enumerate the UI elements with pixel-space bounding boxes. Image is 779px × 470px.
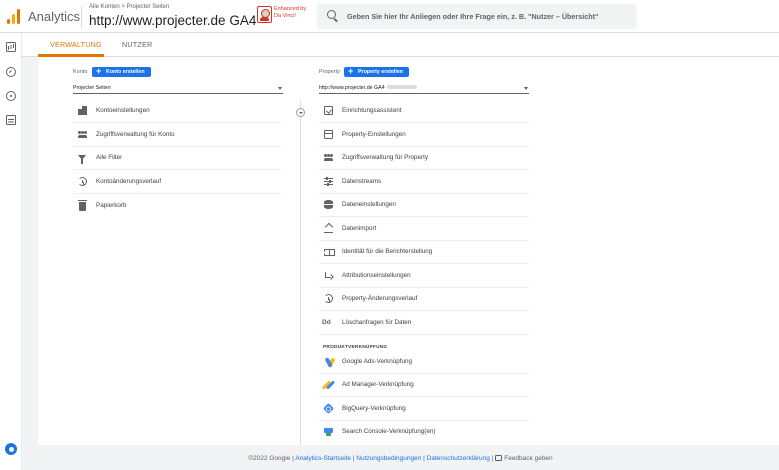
admin-gear-icon[interactable] <box>5 443 17 455</box>
footer-link-terms[interactable]: Nutzungsbedingungen <box>356 455 421 462</box>
search-console-icon <box>324 427 333 436</box>
menu-item-datenstreams[interactable]: Datenstreams <box>319 171 529 194</box>
admin-tabs: VERWALTUNG NUTZER <box>22 33 779 57</box>
google-ads-icon <box>324 357 333 366</box>
dd-icon: Dd <box>322 319 331 326</box>
footer-copyright: ©2022 Google <box>248 455 291 462</box>
dropdown-arrow-icon <box>524 87 528 90</box>
extension-avatar-icon[interactable] <box>257 6 272 23</box>
search-box[interactable] <box>317 4 637 29</box>
menu-item-kontoeinstellungen[interactable]: Kontoeinstellungen <box>73 100 281 123</box>
property-select[interactable]: http://www.projecter.de GA4 <box>319 83 529 94</box>
column-divider <box>300 100 301 445</box>
menu-item-zugriffsverwaltung-property[interactable]: Zugriffsverwaltung für Property <box>319 147 529 170</box>
property-select-value: http://www.projecter.de GA4 <box>319 85 385 91</box>
identity-icon <box>324 247 335 256</box>
create-account-button[interactable]: Konto erstellen <box>92 66 151 77</box>
checkbox-icon <box>324 106 333 115</box>
upload-icon <box>324 224 333 233</box>
menu-item-search-console[interactable]: Search Console-Verknüpfung(en) <box>319 421 529 444</box>
database-icon <box>324 200 333 209</box>
top-bar: Analytics Alle Konten > Projecter Seiten… <box>0 0 779 33</box>
admin-content: Konto Konto erstellen Projecter Seiten K… <box>38 57 779 445</box>
menu-item-attributionseinstellungen[interactable]: Attributionseinstellungen <box>319 265 529 288</box>
menu-item-loeschanfragen[interactable]: Dd Löschanfragen für Daten <box>319 312 529 335</box>
header-divider <box>81 6 82 28</box>
property-name: http://www.projecter.de GA4 <box>89 13 257 28</box>
people-icon <box>78 130 87 139</box>
collapse-chevron-icon[interactable] <box>296 108 305 117</box>
building-icon <box>78 106 87 115</box>
home-icon[interactable] <box>6 42 16 52</box>
menu-item-einrichtungsassistent[interactable]: Einrichtungsassistent <box>319 100 529 123</box>
advertising-icon[interactable] <box>6 115 16 125</box>
footer-link-analytics-home[interactable]: Analytics-Startseite <box>295 455 351 462</box>
reports-icon[interactable] <box>6 67 16 77</box>
history-icon <box>78 177 87 186</box>
menu-item-google-ads[interactable]: Google Ads-Verknüpfung <box>319 351 529 374</box>
history-icon <box>324 294 333 303</box>
ad-manager-icon <box>324 380 333 389</box>
explore-icon[interactable] <box>6 91 16 101</box>
menu-item-property-aenderungsverlauf[interactable]: Property-Änderungsverlauf <box>319 288 529 311</box>
attribution-icon <box>324 271 333 280</box>
footer-link-privacy[interactable]: Datenschutzerklärung <box>427 455 490 462</box>
property-label: Property <box>319 69 340 75</box>
dropdown-arrow-icon <box>278 87 282 90</box>
footer: ©2022 Google | Analytics-Startseite | Nu… <box>248 455 553 462</box>
tab-nutzer[interactable]: NUTZER <box>122 40 152 49</box>
menu-item-property-einstellungen[interactable]: Property-Einstellungen <box>319 124 529 147</box>
breadcrumb[interactable]: Alle Konten > Projecter Seiten <box>89 4 169 10</box>
menu-item-alle-filter[interactable]: Alle Filter <box>73 147 281 170</box>
search-input[interactable] <box>347 4 632 29</box>
people-icon <box>324 153 333 162</box>
feedback-icon <box>495 455 503 461</box>
menu-item-ad-manager[interactable]: Ad Manager-Verknüpfung <box>319 374 529 397</box>
analytics-logo-icon[interactable] <box>7 9 21 24</box>
trash-icon <box>78 200 87 211</box>
window-icon <box>324 130 333 139</box>
menu-item-kontoaenderungsverlauf[interactable]: Kontoänderungsverlauf <box>73 171 281 194</box>
tab-verwaltung[interactable]: VERWALTUNG <box>50 40 102 49</box>
menu-item-dateneinstellungen[interactable]: Dateneinstellungen <box>319 194 529 217</box>
search-icon <box>327 10 336 19</box>
menu-item-bigquery[interactable]: BigQuery-Verknüpfung <box>319 398 529 421</box>
app-name: Analytics <box>28 9 81 24</box>
account-select-value: Projecter Seiten <box>73 85 111 91</box>
filter-icon <box>78 155 86 164</box>
left-nav-rail <box>0 33 22 470</box>
menu-item-identitaet[interactable]: Identität für die Berichterstellung <box>319 241 529 264</box>
create-property-button[interactable]: Property erstellen <box>344 66 410 77</box>
redacted-id <box>386 85 417 89</box>
property-selector[interactable]: http://www.projecter.de GA4▼ <box>89 13 267 28</box>
feedback-button[interactable]: Feedback geben <box>495 455 553 462</box>
account-select[interactable]: Projecter Seiten <box>73 83 283 94</box>
bigquery-icon <box>323 403 334 414</box>
account-label: Konto <box>73 69 88 75</box>
menu-item-papierkorb[interactable]: Papierkorb <box>73 195 281 218</box>
extension-label: Enhanced by Da Vinci! <box>274 6 307 19</box>
menu-item-datenimport[interactable]: Datenimport <box>319 218 529 241</box>
section-heading-produktverknuepfung: PRODUKTVERKNÜPFUNG <box>323 345 388 350</box>
streams-icon <box>324 177 333 186</box>
menu-item-zugriffsverwaltung-konto[interactable]: Zugriffsverwaltung für Konto <box>73 124 281 147</box>
